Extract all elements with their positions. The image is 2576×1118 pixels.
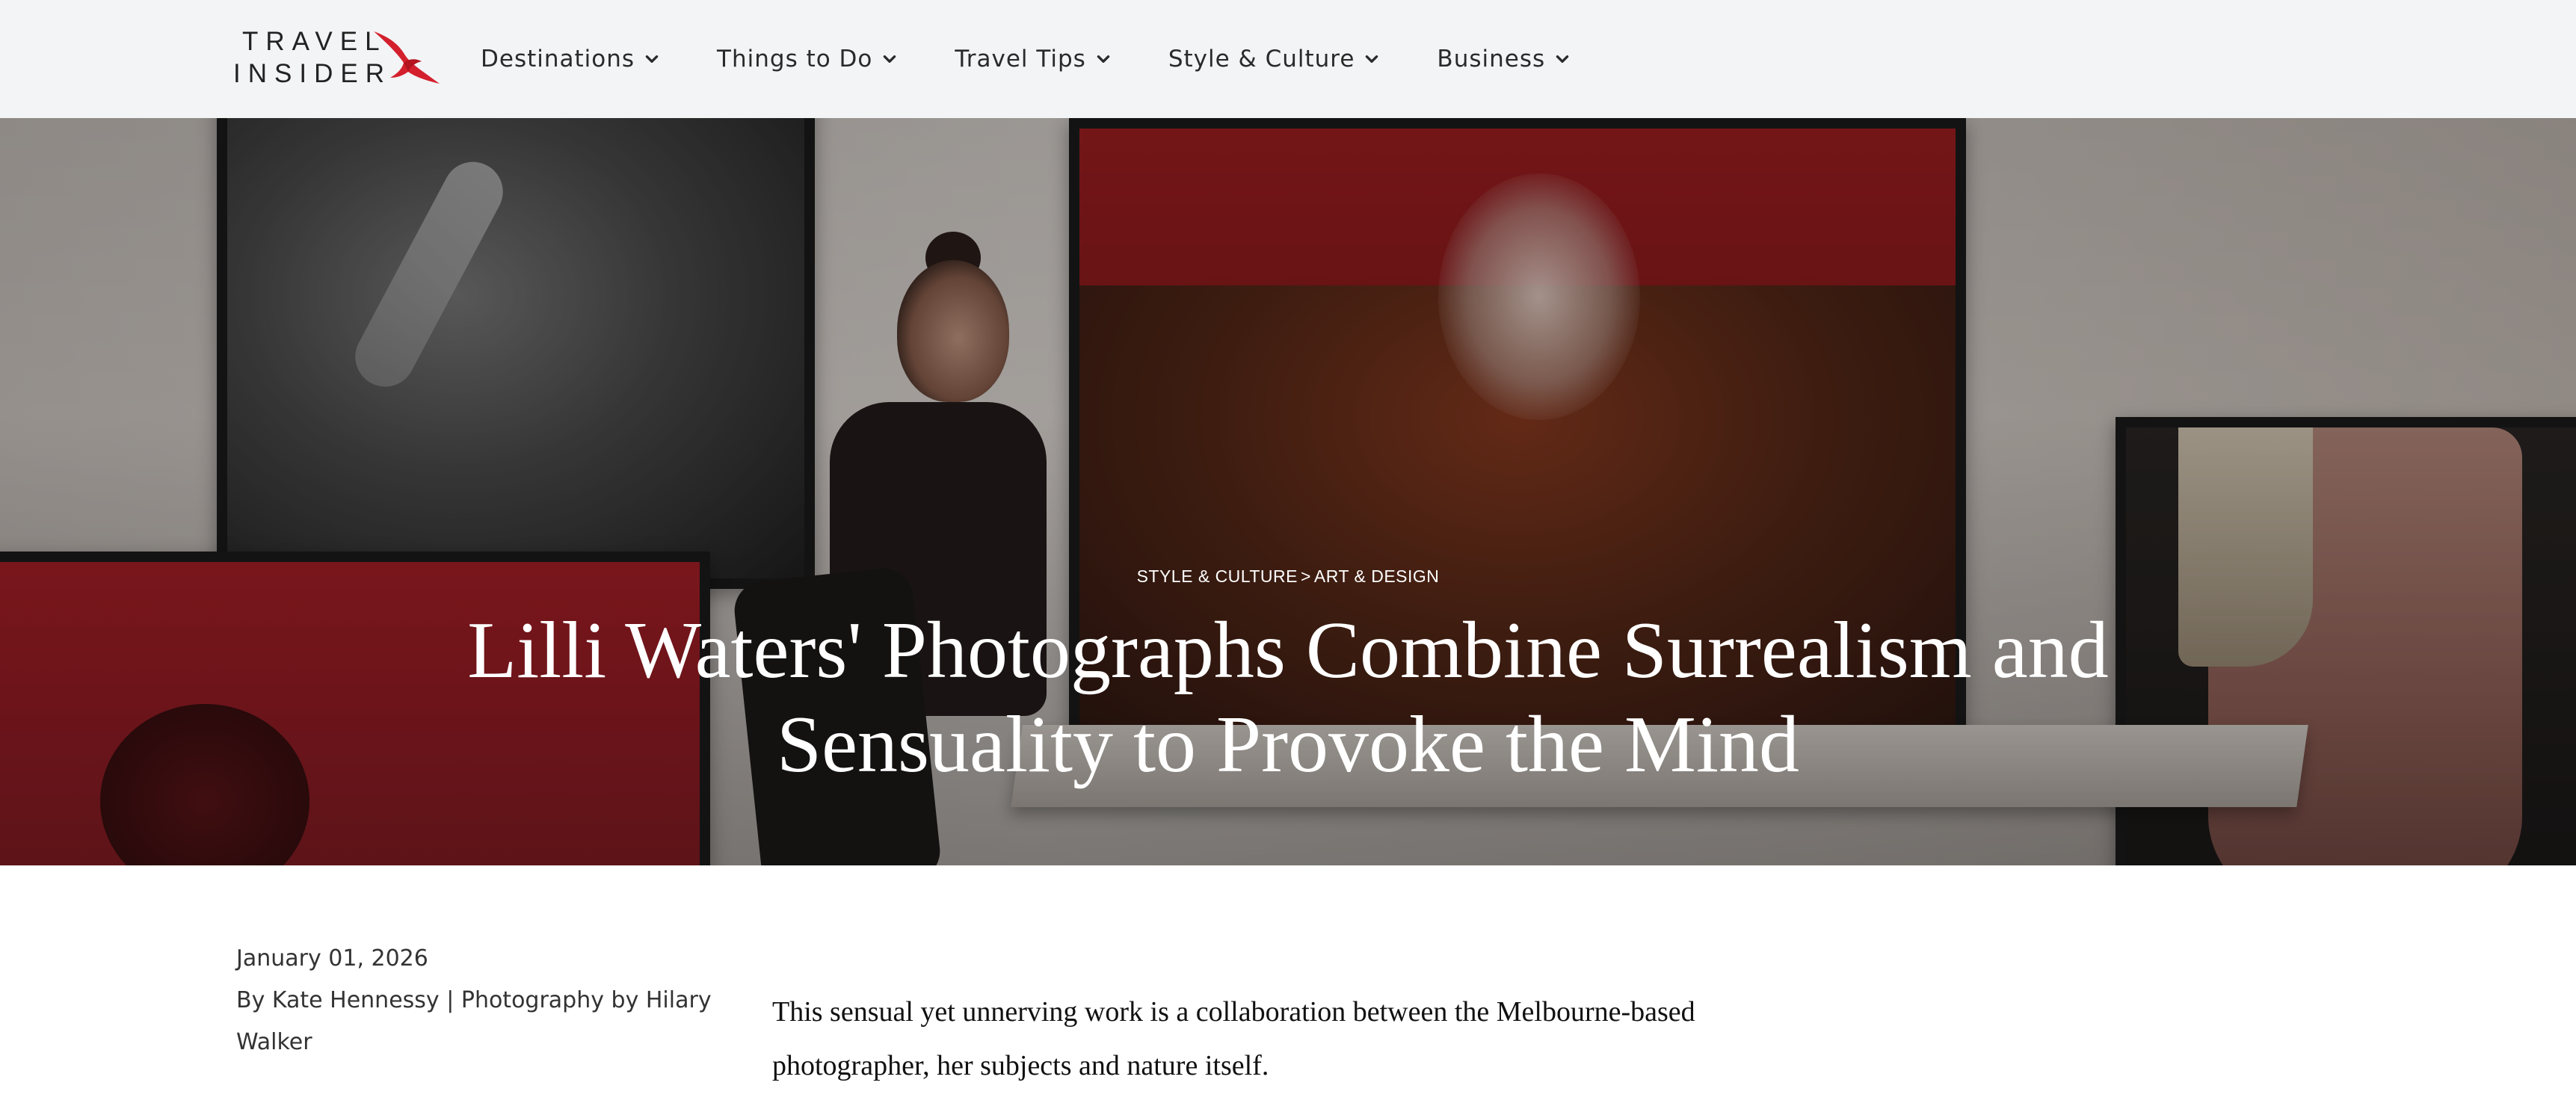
nav-item-label: Business xyxy=(1437,46,1546,72)
breadcrumb-subsection-link[interactable]: ART & DESIGN xyxy=(1314,566,1439,586)
nav-item-business[interactable]: Business xyxy=(1437,37,1571,81)
article-hero: STYLE & CULTURE > ART & DESIGN Lilli Water… xyxy=(0,118,2576,865)
nav-item-destinations[interactable]: Destinations xyxy=(481,37,660,81)
breadcrumb-section-link[interactable]: STYLE & CULTURE xyxy=(1137,566,1298,586)
site-logo[interactable]: TRAVEL INSIDER xyxy=(233,25,440,94)
kangaroo-logo-icon xyxy=(374,31,440,84)
nav-item-travel-tips[interactable]: Travel Tips xyxy=(955,37,1111,81)
nav-item-label: Destinations xyxy=(481,46,635,72)
breadcrumb: STYLE & CULTURE > ART & DESIGN xyxy=(0,566,2576,587)
nav-item-label: Things to Do xyxy=(717,46,873,72)
chevron-down-icon xyxy=(1097,55,1110,63)
nav-item-label: Style & Culture xyxy=(1168,46,1355,72)
breadcrumb-separator: > xyxy=(1300,566,1311,586)
main-nav: Destinations Things to Do Travel Tips St… xyxy=(481,0,1627,118)
article-date: January 01, 2026 xyxy=(236,945,428,972)
site-header: TRAVEL INSIDER Destinations Things to Do… xyxy=(0,0,2576,118)
chevron-down-icon xyxy=(884,55,896,63)
article-meta: January 01, 2026 By Kate Hennessy | Phot… xyxy=(236,938,715,1063)
chevron-down-icon xyxy=(645,55,659,63)
article-byline: By Kate Hennessy | Photography by Hilary… xyxy=(236,987,712,1055)
article-title: Lilli Waters' Photographs Combine Surrea… xyxy=(467,606,2109,789)
chevron-down-icon xyxy=(1556,55,1569,63)
nav-item-style-culture[interactable]: Style & Culture xyxy=(1168,37,1381,81)
nav-item-label: Travel Tips xyxy=(955,46,1086,72)
article-intro: This sensual yet unnerving work is a col… xyxy=(772,996,1695,1081)
logo-line-2: INSIDER xyxy=(233,59,392,88)
logo-line-1: TRAVEL xyxy=(242,27,387,56)
logo-wordmark: TRAVEL INSIDER xyxy=(233,25,392,90)
nav-item-things-to-do[interactable]: Things to Do xyxy=(717,37,898,81)
chevron-down-icon xyxy=(1366,55,1378,63)
